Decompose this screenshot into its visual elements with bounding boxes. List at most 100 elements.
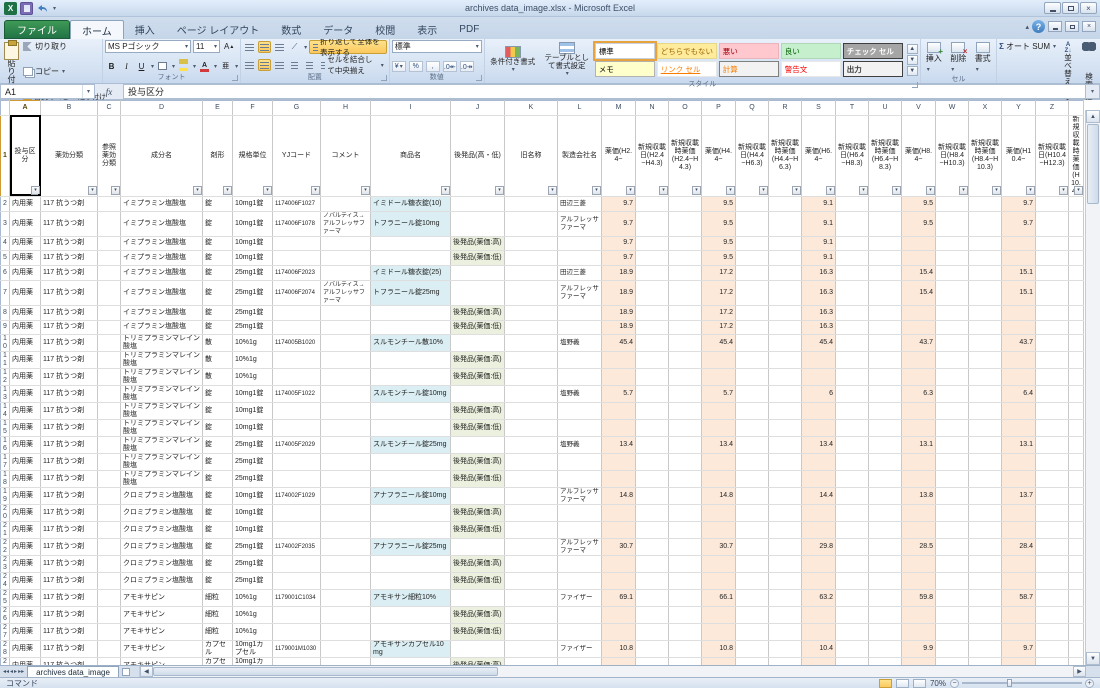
- cell-O2[interactable]: [669, 196, 702, 211]
- cell-Q28[interactable]: [736, 641, 769, 658]
- cell-S10[interactable]: 45.4: [802, 335, 836, 352]
- row-header-28[interactable]: 28: [1, 641, 10, 658]
- cell-X9[interactable]: [969, 320, 1002, 335]
- cell-B8[interactable]: 117 抗うつ剤: [41, 305, 98, 320]
- cell-K4[interactable]: [505, 236, 558, 251]
- cell-B9[interactable]: 117 抗うつ剤: [41, 320, 98, 335]
- cell-W25[interactable]: [936, 590, 969, 607]
- cell-T17[interactable]: [836, 454, 869, 471]
- cell-B6[interactable]: 117 抗うつ剤: [41, 266, 98, 281]
- row-header-27[interactable]: 27: [1, 624, 10, 641]
- column-header-D[interactable]: D: [121, 101, 203, 116]
- cell-L27[interactable]: [558, 624, 602, 641]
- cell-O27[interactable]: [669, 624, 702, 641]
- header-cell-G[interactable]: YJコード▾: [273, 115, 321, 196]
- cell-G13[interactable]: 1174005F1022: [273, 386, 321, 403]
- style-chip-標準[interactable]: 標準: [595, 43, 655, 59]
- filter-button[interactable]: ▾: [692, 186, 701, 195]
- cell-L8[interactable]: [558, 305, 602, 320]
- cell-Z5[interactable]: [1036, 251, 1069, 266]
- cell-S24[interactable]: [802, 573, 836, 590]
- cell-L28[interactable]: ファイザー: [558, 641, 602, 658]
- cell-U6[interactable]: [869, 266, 902, 281]
- cell-Z26[interactable]: [1036, 607, 1069, 624]
- cell-W19[interactable]: [936, 488, 969, 505]
- cell-N4[interactable]: [636, 236, 669, 251]
- format-cells-button[interactable]: 書式▾: [972, 40, 994, 75]
- cell-Y20[interactable]: [1002, 505, 1036, 522]
- cell-Y7[interactable]: 15.1: [1002, 280, 1036, 305]
- cell-W4[interactable]: [936, 236, 969, 251]
- cell-U18[interactable]: [869, 471, 902, 488]
- cell-M16[interactable]: 13.4: [602, 437, 636, 454]
- cell-P8[interactable]: 17.2: [702, 305, 736, 320]
- cell-K16[interactable]: [505, 437, 558, 454]
- number-format-combo[interactable]: 標準▾: [392, 40, 482, 53]
- cell-G29[interactable]: [273, 658, 321, 665]
- cell-E22[interactable]: 錠: [203, 539, 233, 556]
- cell-C21[interactable]: [98, 522, 121, 539]
- cell-K24[interactable]: [505, 573, 558, 590]
- cell-X11[interactable]: [969, 352, 1002, 369]
- cell-I4[interactable]: [371, 236, 451, 251]
- cell-L29[interactable]: [558, 658, 602, 665]
- cell-U14[interactable]: [869, 403, 902, 420]
- column-header-B[interactable]: B: [41, 101, 98, 116]
- cell-M24[interactable]: [602, 573, 636, 590]
- cell-V7[interactable]: 15.4: [902, 280, 936, 305]
- cell-Y11[interactable]: [1002, 352, 1036, 369]
- dialog-launcher-icon[interactable]: [232, 75, 238, 81]
- scroll-down-icon[interactable]: ▼: [1086, 652, 1100, 665]
- cell-O20[interactable]: [669, 505, 702, 522]
- cell-J4[interactable]: 後発品(薬価:高): [451, 236, 505, 251]
- cell-AA28[interactable]: [1069, 641, 1084, 658]
- cell-Y14[interactable]: [1002, 403, 1036, 420]
- cell-T12[interactable]: [836, 369, 869, 386]
- tab-表示[interactable]: 表示: [406, 20, 448, 39]
- cell-O22[interactable]: [669, 539, 702, 556]
- cell-O10[interactable]: [669, 335, 702, 352]
- dropdown-arrow-icon[interactable]: ▾: [235, 63, 238, 70]
- cell-C6[interactable]: [98, 266, 121, 281]
- filter-button[interactable]: ▾: [31, 186, 40, 195]
- style-chip-出力[interactable]: 出力: [843, 61, 903, 77]
- cell-N16[interactable]: [636, 437, 669, 454]
- cell-L4[interactable]: [558, 236, 602, 251]
- dropdown-arrow-icon[interactable]: ▾: [172, 63, 175, 70]
- cell-C2[interactable]: [98, 196, 121, 211]
- row-header-5[interactable]: 5: [1, 251, 10, 266]
- cell-S23[interactable]: [802, 556, 836, 573]
- cell-F11[interactable]: 10%1g: [233, 352, 273, 369]
- cell-B16[interactable]: 117 抗うつ剤: [41, 437, 98, 454]
- cell-W9[interactable]: [936, 320, 969, 335]
- filter-button[interactable]: ▾: [311, 186, 320, 195]
- cell-Y23[interactable]: [1002, 556, 1036, 573]
- cell-R23[interactable]: [769, 556, 802, 573]
- filter-button[interactable]: ▾: [1074, 186, 1083, 195]
- cell-Z15[interactable]: [1036, 420, 1069, 437]
- delete-cells-button[interactable]: ×削除▾: [947, 40, 969, 75]
- filter-button[interactable]: ▾: [959, 186, 968, 195]
- cell-R12[interactable]: [769, 369, 802, 386]
- cell-V11[interactable]: [902, 352, 936, 369]
- cell-F29[interactable]: 10mg1カプセル: [233, 658, 273, 665]
- cell-L20[interactable]: [558, 505, 602, 522]
- cell-B18[interactable]: 117 抗うつ剤: [41, 471, 98, 488]
- cell-AA2[interactable]: [1069, 196, 1084, 211]
- cell-G21[interactable]: [273, 522, 321, 539]
- cell-V6[interactable]: 15.4: [902, 266, 936, 281]
- zoom-level-label[interactable]: 70%: [930, 679, 946, 688]
- cell-I19[interactable]: アナフラニール錠10mg: [371, 488, 451, 505]
- cell-P11[interactable]: [702, 352, 736, 369]
- cell-G11[interactable]: [273, 352, 321, 369]
- header-cell-D[interactable]: 成分名▾: [121, 115, 203, 196]
- cell-K22[interactable]: [505, 539, 558, 556]
- cell-L26[interactable]: [558, 607, 602, 624]
- cell-V8[interactable]: [902, 305, 936, 320]
- cell-T16[interactable]: [836, 437, 869, 454]
- minimize-ribbon-icon[interactable]: ▴: [1025, 23, 1029, 31]
- cell-R29[interactable]: [769, 658, 802, 665]
- cell-M14[interactable]: [602, 403, 636, 420]
- cell-Q27[interactable]: [736, 624, 769, 641]
- filter-button[interactable]: ▾: [626, 186, 635, 195]
